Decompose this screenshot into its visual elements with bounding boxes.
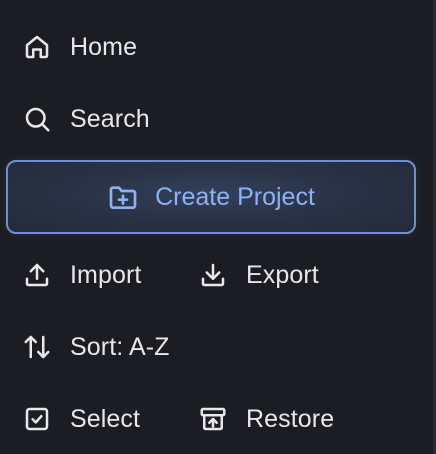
- sort-button[interactable]: Sort: A-Z: [22, 332, 170, 362]
- nav-home-button[interactable]: Home: [22, 32, 137, 62]
- import-button[interactable]: Import: [22, 260, 141, 290]
- nav-search-label: Search: [70, 104, 150, 133]
- archive-restore-icon: [198, 404, 228, 434]
- export-button[interactable]: Export: [198, 260, 319, 290]
- home-icon: [22, 32, 52, 62]
- nav-search-button[interactable]: Search: [22, 104, 150, 134]
- download-icon: [198, 260, 228, 290]
- create-project-button[interactable]: Create Project: [6, 160, 416, 234]
- select-button[interactable]: Select: [22, 404, 140, 434]
- import-label: Import: [70, 260, 142, 289]
- create-project-label: Create Project: [155, 182, 315, 211]
- sort-arrows-icon: [22, 332, 52, 362]
- checkbox-icon: [22, 404, 52, 434]
- upload-icon: [22, 260, 52, 290]
- restore-button[interactable]: Restore: [198, 404, 334, 434]
- search-icon: [22, 104, 52, 134]
- restore-label: Restore: [246, 404, 335, 433]
- export-label: Export: [246, 260, 319, 289]
- nav-home-label: Home: [70, 32, 138, 61]
- select-label: Select: [70, 404, 141, 433]
- folder-plus-icon: [107, 181, 139, 213]
- sort-label: Sort: A-Z: [70, 332, 170, 361]
